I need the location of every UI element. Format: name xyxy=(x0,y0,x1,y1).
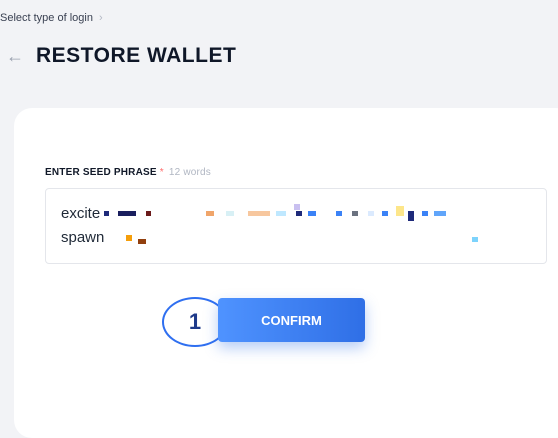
seed-phrase-label: ENTER SEED PHRASE * 12 words xyxy=(45,167,211,178)
seed-line-2: spawn xyxy=(61,229,104,246)
seed-phrase-input[interactable]: excite spawn xyxy=(45,188,547,264)
required-mark: * xyxy=(159,167,164,178)
chevron-right-icon: › xyxy=(98,12,103,24)
word-count-hint: 12 words xyxy=(168,167,212,178)
page-header: ← RESTORE WALLET xyxy=(6,44,236,68)
seed-word-1: excite xyxy=(61,205,101,222)
restore-card xyxy=(14,108,558,438)
back-arrow-icon[interactable]: ← xyxy=(6,47,24,65)
seed-line-1: excite xyxy=(61,205,100,222)
seed-label-text: ENTER SEED PHRASE xyxy=(45,167,157,178)
confirm-button[interactable]: CONFIRM xyxy=(218,298,365,342)
page-title: RESTORE WALLET xyxy=(36,44,237,67)
breadcrumb-link[interactable]: Select type of login xyxy=(0,12,93,24)
seed-word-2: spawn xyxy=(61,229,105,246)
breadcrumb[interactable]: Select type of login › xyxy=(0,12,103,24)
